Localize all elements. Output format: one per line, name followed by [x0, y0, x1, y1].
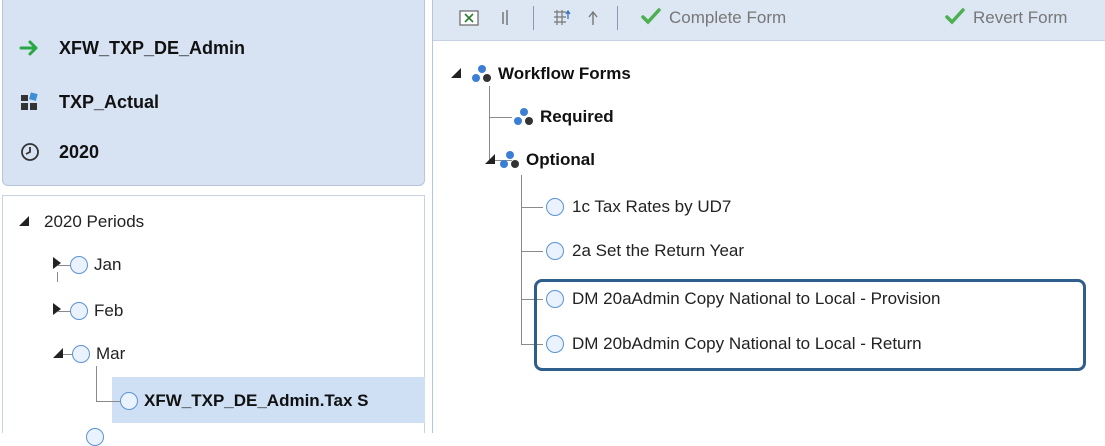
excel-icon[interactable] [459, 6, 479, 30]
form-item-label: 1c Tax Rates by UD7 [572, 197, 732, 216]
checkmark-icon [641, 7, 661, 30]
tree-item-periods-root[interactable]: 2020 Periods [18, 209, 144, 235]
tree-item-label: Feb [94, 301, 124, 320]
form-item[interactable]: 2a Set the Return Year [546, 238, 744, 264]
forms-group-icon [500, 151, 520, 169]
tree-item-label: Workflow Forms [498, 64, 631, 83]
attach-icon[interactable] [501, 6, 511, 30]
grid-icon[interactable] [553, 6, 571, 30]
expand-arrow-icon[interactable] [52, 344, 64, 364]
tree-item-label: Jan [94, 255, 122, 274]
status-circle-icon [120, 392, 138, 410]
tree-item-label: Required [540, 107, 614, 126]
scenario-name: TXP_Actual [59, 91, 160, 112]
forms-group-icon [514, 108, 534, 126]
forms-toolbar: Complete Form Revert Form [433, 0, 1105, 41]
workflow-info-panel: XFW_TXP_DE_Admin TXP_Actual 2020 [2, 0, 425, 186]
tree-item-label: XFW_TXP_DE_Admin.Tax S [144, 391, 369, 410]
tree-line [490, 117, 512, 118]
tree-item-feb[interactable]: Feb [52, 298, 123, 324]
status-circle-icon [546, 198, 564, 216]
form-item-label: 2a Set the Return Year [572, 241, 745, 260]
tree-line [521, 251, 543, 252]
status-circle-icon [546, 242, 564, 260]
tree-item-required[interactable]: Required [514, 104, 614, 130]
form-item[interactable]: 1c Tax Rates by UD7 [546, 194, 731, 220]
expand-arrow-icon[interactable] [450, 64, 462, 84]
toolbar-separator [533, 6, 534, 30]
up-arrow-icon[interactable] [587, 6, 599, 30]
highlight-annotation-box [534, 279, 1086, 371]
tree-item-selected-workflow[interactable]: XFW_TXP_DE_Admin.Tax S [120, 388, 425, 414]
toolbar-separator [617, 6, 618, 30]
tree-item-label: Optional [526, 150, 595, 169]
revert-form-button[interactable]: Revert Form [945, 6, 1067, 30]
tree-item-jan[interactable]: Jan [52, 252, 121, 278]
complete-form-label: Complete Form [669, 8, 787, 27]
status-circle-icon [70, 302, 88, 320]
scenario-row[interactable]: TXP_Actual [19, 88, 159, 116]
forms-group-icon [472, 65, 492, 83]
expand-arrow-icon[interactable] [484, 150, 496, 170]
tree-line [521, 207, 543, 208]
tree-line [521, 175, 522, 345]
tree-line [96, 366, 97, 402]
collapse-arrow-icon[interactable] [52, 301, 62, 321]
clock-icon [19, 141, 41, 163]
tree-item-label: 2020 Periods [44, 212, 145, 231]
tree-item-optional[interactable]: Optional [484, 147, 595, 173]
status-circle-icon [86, 428, 104, 446]
time-value: 2020 [59, 141, 100, 162]
status-circle-icon [70, 256, 88, 274]
workflow-name: XFW_TXP_DE_Admin [59, 37, 246, 58]
workflow-row[interactable]: XFW_TXP_DE_Admin [19, 34, 245, 62]
status-circle-icon [72, 345, 90, 363]
collapse-arrow-icon[interactable] [52, 255, 62, 275]
time-row[interactable]: 2020 [19, 138, 99, 166]
cube-icon [19, 91, 41, 113]
tree-line [96, 401, 120, 402]
revert-form-label: Revert Form [973, 8, 1068, 27]
expand-arrow-icon[interactable] [18, 212, 30, 232]
arrow-right-icon [19, 37, 41, 59]
complete-form-button[interactable]: Complete Form [641, 6, 786, 30]
tree-item-mar[interactable]: Mar [52, 341, 125, 367]
tree-item-workflow-forms[interactable]: Workflow Forms [450, 61, 631, 87]
checkmark-icon [945, 7, 965, 30]
tree-item-label: Mar [96, 344, 126, 363]
